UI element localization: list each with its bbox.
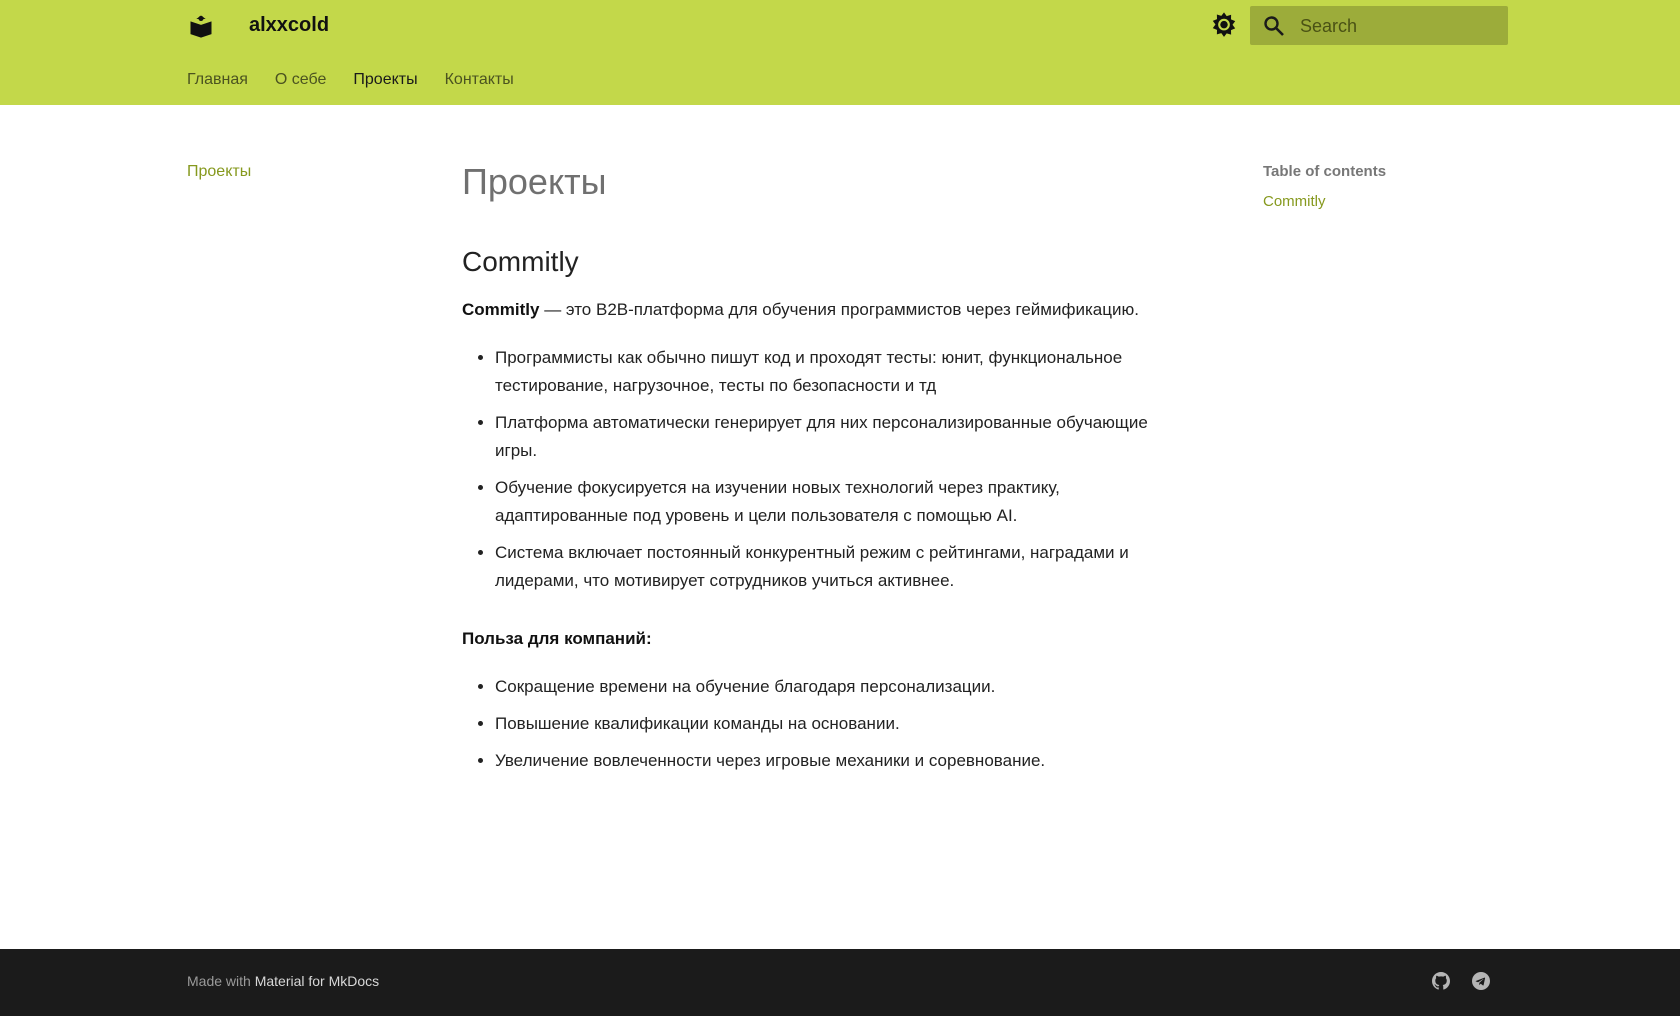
search-input[interactable] (1298, 6, 1502, 47)
intro-paragraph: Commitly — это B2B-платформа для обучени… (462, 296, 1182, 324)
list-item: Система включает постоянный конкурентный… (495, 539, 1182, 595)
list-item: Повышение квалификации команды на основа… (495, 710, 1182, 738)
page-title: Проекты (462, 161, 607, 202)
benefits-heading: Польза для компаний: (462, 629, 652, 648)
tab-about[interactable]: О себе (275, 70, 327, 90)
list-item: Программисты как обычно пишут код и прох… (495, 344, 1182, 400)
github-icon[interactable] (1432, 972, 1452, 992)
footer: Made with Material for MkDocs (0, 949, 1680, 1016)
footer-made-with: Made with (187, 973, 251, 989)
toc-item-commitly[interactable]: Commitly (1263, 193, 1326, 210)
section-title-commitly: Commitly (462, 246, 579, 277)
list-item: Платформа автоматически генерирует для н… (495, 409, 1182, 465)
footer-material-link[interactable]: Material for MkDocs (255, 973, 379, 989)
telegram-icon[interactable] (1472, 972, 1492, 992)
tab-contacts[interactable]: Контакты (445, 70, 514, 90)
list-item: Обучение фокусируется на изучении новых … (495, 474, 1182, 530)
sidebar-item-projects[interactable]: Проекты (187, 163, 251, 181)
list-item: Увеличение вовлеченности через игровые м… (495, 747, 1182, 775)
toc-title: Table of contents (1263, 163, 1387, 180)
footer-credit: Made with Material for MkDocs (187, 973, 379, 989)
theme-toggle-sun-icon[interactable] (1210, 10, 1238, 40)
search-icon[interactable] (1262, 14, 1286, 38)
header: alxxcold Главная О себе Проекты Контакты (0, 0, 1680, 105)
list-item: Сокращение времени на обучение благодаря… (495, 673, 1182, 701)
intro-text: — это B2B-платформа для обучения програм… (539, 300, 1139, 319)
search-box[interactable] (1250, 6, 1508, 47)
main-content: Проекты Commitly Commitly — это B2B-плат… (462, 160, 1182, 784)
site-name[interactable]: alxxcold (249, 11, 329, 39)
features-list: Программисты как обычно пишут код и прох… (462, 344, 1182, 595)
benefits-list: Сокращение времени на обучение благодаря… (462, 673, 1182, 775)
tab-home[interactable]: Главная (187, 70, 248, 90)
tab-projects[interactable]: Проекты (353, 70, 417, 90)
intro-bold: Commitly (462, 300, 540, 319)
logo-book-icon[interactable] (187, 12, 215, 40)
nav-tabs: Главная О себе Проекты Контакты (187, 70, 541, 90)
